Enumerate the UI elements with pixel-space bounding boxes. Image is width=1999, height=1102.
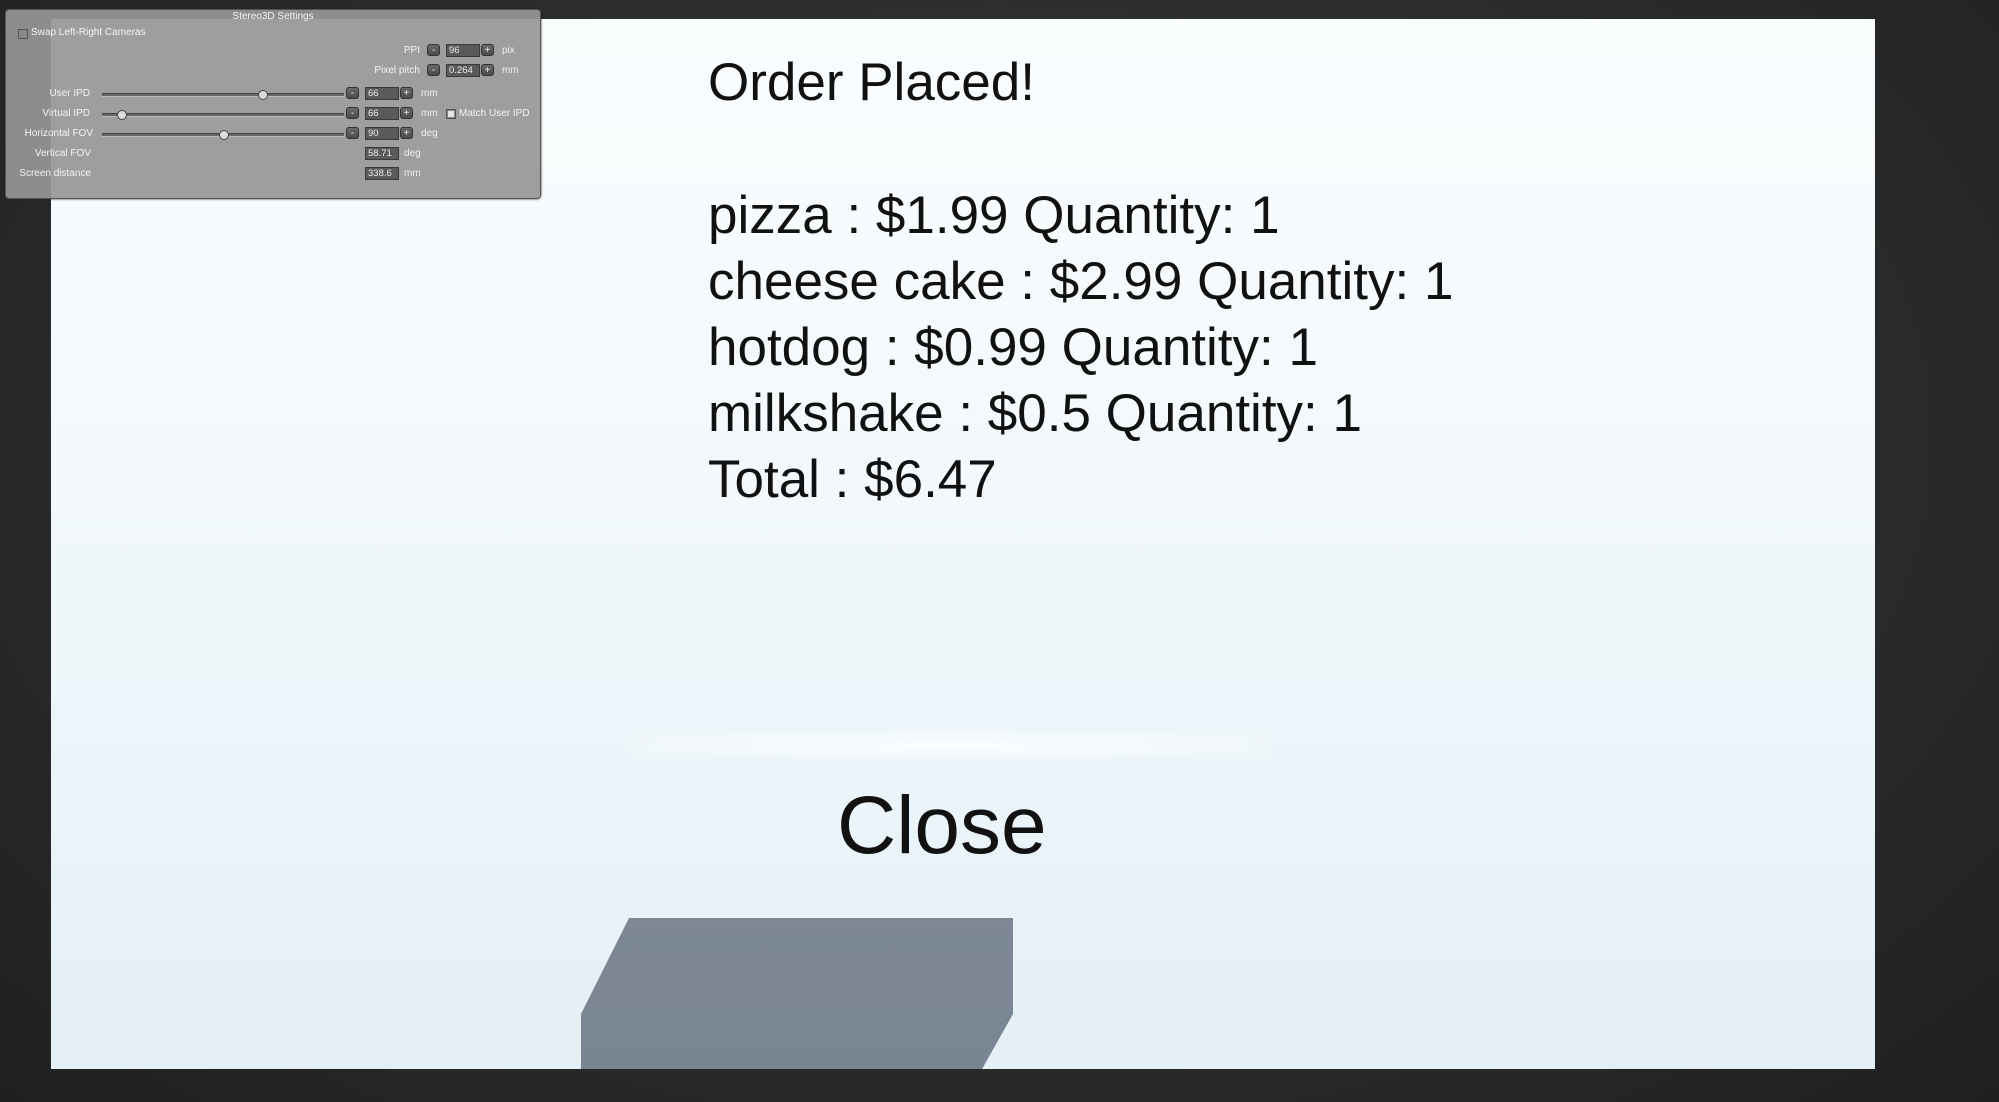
user-ipd-slider-thumb[interactable] bbox=[257, 90, 268, 100]
close-button[interactable]: Close bbox=[626, 729, 1286, 899]
pixel-pitch-field[interactable]: 0.264 bbox=[446, 64, 480, 77]
screen-distance-label: Screen distance bbox=[19, 168, 91, 179]
user-ipd-unit: mm bbox=[421, 88, 438, 99]
match-user-ipd-label: Match User IPD bbox=[459, 108, 530, 119]
ppi-decrease-button[interactable]: - bbox=[427, 44, 440, 56]
order-item: hotdog : $0.99 Quantity: 1 bbox=[708, 318, 1318, 377]
order-summary: Order Placed! pizza : $1.99 Quantity: 1 … bbox=[708, 51, 1708, 513]
panel-title: Stereo3D Settings bbox=[232, 11, 314, 22]
pixel-pitch-label: Pixel pitch bbox=[374, 65, 420, 76]
swap-cameras-label: Swap Left-Right Cameras bbox=[31, 27, 146, 38]
ppi-label: PPI bbox=[403, 45, 420, 56]
floor-block bbox=[581, 918, 1013, 1069]
order-item: pizza : $1.99 Quantity: 1 bbox=[708, 186, 1280, 245]
stereo3d-settings-panel: Stereo3D Settings Swap Left-Right Camera… bbox=[5, 9, 541, 199]
ppi-field[interactable]: 96 bbox=[446, 44, 480, 57]
order-title: Order Placed! bbox=[708, 53, 1035, 112]
horizontal-fov-increase-button[interactable]: + bbox=[400, 127, 413, 139]
horizontal-fov-label: Horizontal FOV bbox=[24, 128, 93, 139]
ppi-unit: pix bbox=[502, 45, 515, 56]
swap-cameras-checkbox[interactable] bbox=[18, 29, 28, 39]
vertical-fov-label: Vertical FOV bbox=[34, 148, 91, 159]
virtual-ipd-increase-button[interactable]: + bbox=[400, 107, 413, 119]
screen-distance-unit: mm bbox=[404, 168, 421, 179]
user-ipd-field[interactable]: 66 bbox=[365, 87, 399, 100]
close-label: Close bbox=[837, 780, 1047, 871]
virtual-ipd-unit: mm bbox=[421, 108, 438, 119]
user-ipd-decrease-button[interactable]: - bbox=[346, 87, 359, 99]
virtual-ipd-label: Virtual IPD bbox=[42, 108, 90, 119]
user-ipd-slider[interactable] bbox=[102, 90, 344, 100]
order-item: cheese cake : $2.99 Quantity: 1 bbox=[708, 252, 1454, 311]
ppi-increase-button[interactable]: + bbox=[481, 44, 494, 56]
match-user-ipd-checkbox[interactable] bbox=[446, 109, 456, 119]
order-total: Total : $6.47 bbox=[708, 450, 997, 509]
user-ipd-increase-button[interactable]: + bbox=[400, 87, 413, 99]
order-item: milkshake : $0.5 Quantity: 1 bbox=[708, 384, 1362, 443]
horizontal-fov-decrease-button[interactable]: - bbox=[346, 127, 359, 139]
pixel-pitch-unit: mm bbox=[502, 65, 519, 76]
horizontal-fov-field[interactable]: 90 bbox=[365, 127, 399, 140]
virtual-ipd-decrease-button[interactable]: - bbox=[346, 107, 359, 119]
virtual-ipd-slider-thumb[interactable] bbox=[117, 110, 128, 120]
pixel-pitch-increase-button[interactable]: + bbox=[481, 64, 494, 76]
horizontal-fov-slider[interactable] bbox=[102, 130, 344, 140]
virtual-ipd-slider[interactable] bbox=[102, 110, 344, 120]
pixel-pitch-decrease-button[interactable]: - bbox=[427, 64, 440, 76]
vertical-fov-field: 58.71 bbox=[365, 147, 399, 160]
horizontal-fov-unit: deg bbox=[421, 128, 438, 139]
vertical-fov-unit: deg bbox=[404, 148, 421, 159]
virtual-ipd-field[interactable]: 66 bbox=[365, 107, 399, 120]
screen-distance-field: 338.6 bbox=[365, 167, 399, 180]
horizontal-fov-slider-thumb[interactable] bbox=[219, 130, 229, 140]
user-ipd-label: User IPD bbox=[49, 88, 90, 99]
